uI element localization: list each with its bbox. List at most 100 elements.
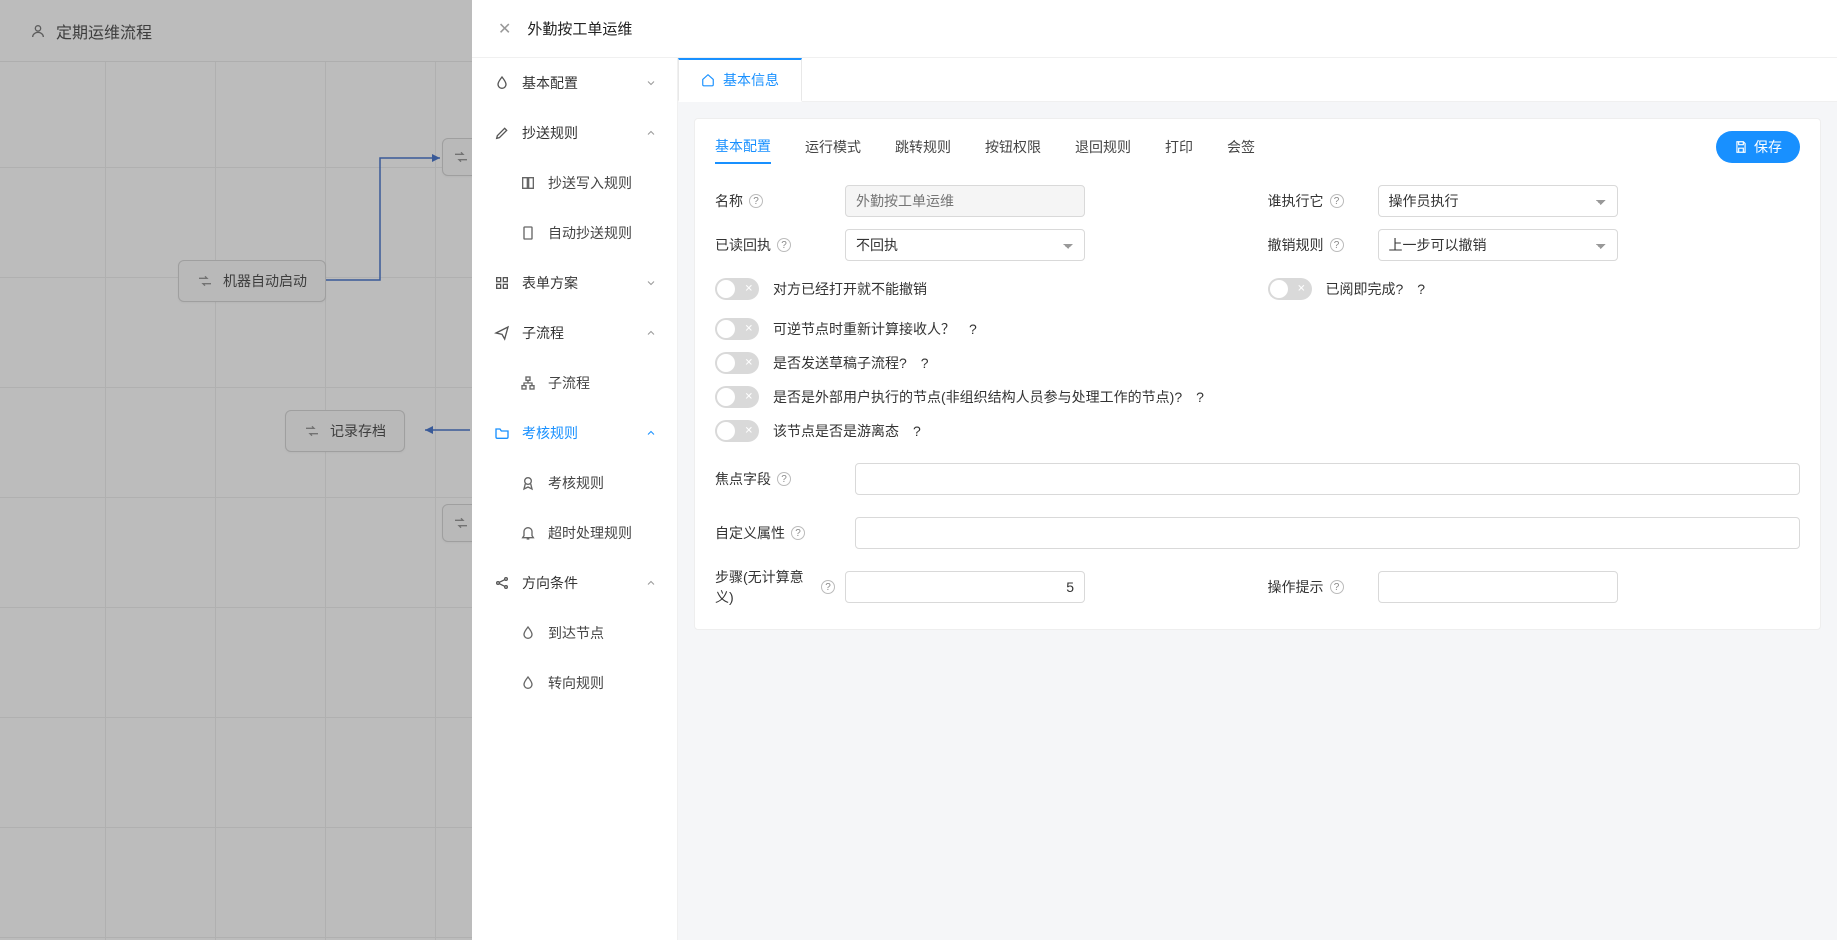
help-icon[interactable]: ? — [969, 321, 977, 337]
menu-subflow[interactable]: 子流程 — [472, 308, 677, 358]
folder-icon — [494, 425, 510, 441]
menu-assess-rules[interactable]: 考核规则 — [472, 408, 677, 458]
help-icon[interactable]: ? — [777, 238, 791, 252]
save-label: 保存 — [1754, 137, 1782, 157]
bell-icon — [520, 525, 536, 541]
help-icon[interactable]: ? — [777, 472, 791, 486]
ctab-jump-rules[interactable]: 跳转规则 — [895, 131, 951, 163]
save-button[interactable]: 保存 — [1716, 131, 1800, 163]
toggle-read-done[interactable]: ✕ — [1268, 278, 1312, 300]
ctab-button-perm[interactable]: 按钮权限 — [985, 131, 1041, 163]
badge-icon — [520, 475, 536, 491]
submenu-arrival-node[interactable]: 到达节点 — [472, 608, 677, 658]
submenu-label: 到达节点 — [548, 623, 604, 643]
toggle-label: 对方已经打开就不能撤销 — [773, 279, 927, 299]
menu-copy-rules[interactable]: 抄送规则 — [472, 108, 677, 158]
toggle-open-no-revoke[interactable]: ✕ — [715, 278, 759, 300]
tab-basic-info[interactable]: 基本信息 — [678, 58, 802, 102]
help-icon[interactable]: ? — [1330, 580, 1344, 594]
help-icon[interactable]: ? — [821, 580, 835, 594]
ctab-run-mode[interactable]: 运行模式 — [805, 131, 861, 163]
tab-label: 基本信息 — [723, 70, 779, 90]
help-icon[interactable]: ? — [749, 194, 763, 208]
help-icon[interactable]: ? — [1417, 281, 1425, 297]
menu-label: 基本配置 — [522, 73, 633, 93]
droplet-icon — [520, 675, 536, 691]
grid-icon — [494, 275, 510, 291]
droplet-icon — [520, 625, 536, 641]
settings-form: 名称? 谁执行它? 操作员执行 已读回执? 不回执 — [695, 175, 1820, 609]
chevron-down-icon — [645, 77, 657, 89]
menu-direction-cond[interactable]: 方向条件 — [472, 558, 677, 608]
help-icon[interactable]: ? — [1330, 194, 1344, 208]
submenu-turn-rules[interactable]: 转向规则 — [472, 658, 677, 708]
chevron-up-icon — [645, 127, 657, 139]
label-op-hint: 操作提示? — [1268, 577, 1368, 597]
label-step: 步骤(无计算意义)? — [715, 567, 835, 607]
ctab-countersign[interactable]: 会签 — [1227, 131, 1255, 163]
toggle-detached[interactable]: ✕ — [715, 420, 759, 442]
chevron-up-icon — [645, 427, 657, 439]
menu-label: 方向条件 — [522, 573, 633, 593]
ctab-print[interactable]: 打印 — [1165, 131, 1193, 163]
help-icon[interactable]: ? — [1330, 238, 1344, 252]
help-icon[interactable]: ? — [913, 423, 921, 439]
toggle-reversible-recalc[interactable]: ✕ — [715, 318, 759, 340]
label-who-exec: 谁执行它? — [1268, 191, 1368, 211]
pencil-icon — [494, 125, 510, 141]
help-icon[interactable]: ? — [1196, 389, 1204, 405]
label-read-receipt: 已读回执? — [715, 235, 835, 255]
ctab-basic-config[interactable]: 基本配置 — [715, 130, 771, 164]
panel-header: ✕ 外勤按工单运维 — [472, 0, 1837, 58]
submenu-label: 子流程 — [548, 373, 590, 393]
submenu-auto-copy-rules[interactable]: 自动抄送规则 — [472, 208, 677, 258]
menu-label: 表单方案 — [522, 273, 633, 293]
label-revoke-rule: 撤销规则? — [1268, 235, 1368, 255]
step-input[interactable] — [845, 571, 1085, 603]
toggle-label: 是否发送草稿子流程? — [773, 353, 907, 373]
custom-attr-input[interactable] — [855, 517, 1800, 549]
submenu-assess-rules[interactable]: 考核规则 — [472, 458, 677, 508]
submenu-label: 超时处理规则 — [548, 523, 632, 543]
submenu-timeout-rules[interactable]: 超时处理规则 — [472, 508, 677, 558]
toggle-label: 该节点是否是游离态 — [773, 421, 899, 441]
submenu-label: 抄送写入规则 — [548, 173, 632, 193]
toggle-external-exec[interactable]: ✕ — [715, 386, 759, 408]
help-icon[interactable]: ? — [921, 355, 929, 371]
help-icon[interactable]: ? — [791, 526, 805, 540]
close-button[interactable]: ✕ — [498, 19, 511, 39]
name-input — [845, 185, 1085, 217]
book-icon — [520, 175, 536, 191]
card-tabs: 基本配置 运行模式 跳转规则 按钮权限 退回规则 打印 会签 保存 — [695, 119, 1820, 175]
menu-form-plan[interactable]: 表单方案 — [472, 258, 677, 308]
op-hint-input[interactable] — [1378, 571, 1618, 603]
node-settings-panel: ✕ 外勤按工单运维 基本配置 抄送规则 抄送写入规则 自动抄送规则 — [472, 0, 1837, 940]
submenu-copy-write-rules[interactable]: 抄送写入规则 — [472, 158, 677, 208]
share-icon — [494, 575, 510, 591]
toggle-label: 是否是外部用户执行的节点(非组织结构人员参与处理工作的节点)? — [773, 387, 1182, 407]
revoke-rule-select[interactable]: 上一步可以撤销 — [1378, 229, 1618, 261]
chevron-up-icon — [645, 577, 657, 589]
toggle-label: 已阅即完成? — [1326, 279, 1404, 299]
read-receipt-select[interactable]: 不回执 — [845, 229, 1085, 261]
label-name: 名称? — [715, 191, 835, 211]
chevron-up-icon — [645, 327, 657, 339]
toggle-send-draft[interactable]: ✕ — [715, 352, 759, 374]
toggle-label: 可逆节点时重新计算接收人？ — [773, 319, 955, 339]
label-focus-field: 焦点字段? — [715, 469, 835, 489]
settings-card: 基本配置 运行模式 跳转规则 按钮权限 退回规则 打印 会签 保存 名称 — [694, 118, 1821, 630]
send-icon — [494, 325, 510, 341]
submenu-subflow[interactable]: 子流程 — [472, 358, 677, 408]
submenu-label: 考核规则 — [548, 473, 604, 493]
focus-field-input[interactable] — [855, 463, 1800, 495]
menu-label: 子流程 — [522, 323, 633, 343]
ctab-return-rules[interactable]: 退回规则 — [1075, 131, 1131, 163]
who-exec-select[interactable]: 操作员执行 — [1378, 185, 1618, 217]
home-icon — [701, 73, 715, 87]
sitemap-icon — [520, 375, 536, 391]
droplet-icon — [494, 75, 510, 91]
chevron-down-icon — [645, 277, 657, 289]
menu-basic-config[interactable]: 基本配置 — [472, 58, 677, 108]
submenu-label: 转向规则 — [548, 673, 604, 693]
main-tabs: 基本信息 — [678, 58, 1837, 102]
